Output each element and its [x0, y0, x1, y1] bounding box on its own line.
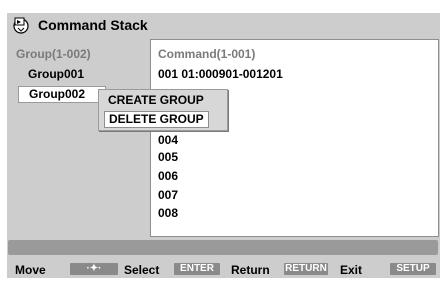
status-bar	[8, 240, 438, 255]
page-title: Command Stack	[38, 17, 148, 33]
group-item-group001[interactable]: Group001	[28, 67, 84, 81]
command-row[interactable]: 005	[158, 150, 178, 164]
return-key-icon: RETURN	[284, 263, 328, 275]
command-stack-icon	[13, 17, 29, 34]
return-label: Return	[231, 263, 270, 277]
group-context-menu: CREATE GROUP DELETE GROUP	[98, 89, 228, 131]
exit-label: Exit	[340, 263, 363, 277]
setup-key-icon: SETUP	[390, 263, 436, 275]
group-item-group002-selected[interactable]: Group002	[18, 86, 106, 103]
move-label: Move	[15, 263, 46, 277]
command-row[interactable]: 001 01:000901-001201	[158, 67, 283, 81]
move-key-icon: ·✦·	[70, 263, 118, 275]
command-row[interactable]: 008	[158, 206, 178, 220]
command-row[interactable]: 007	[158, 188, 178, 202]
command-list-header: Command(1-001)	[158, 47, 256, 61]
select-label: Select	[124, 263, 160, 277]
delete-group-menu-item[interactable]: DELETE GROUP	[104, 111, 209, 128]
command-row[interactable]: 004	[158, 133, 178, 147]
create-group-menu-item[interactable]: CREATE GROUP	[108, 93, 204, 108]
enter-key-icon: ENTER	[174, 263, 220, 275]
command-row[interactable]: 006	[158, 169, 178, 183]
group-list-header: Group(1-002)	[16, 47, 91, 61]
